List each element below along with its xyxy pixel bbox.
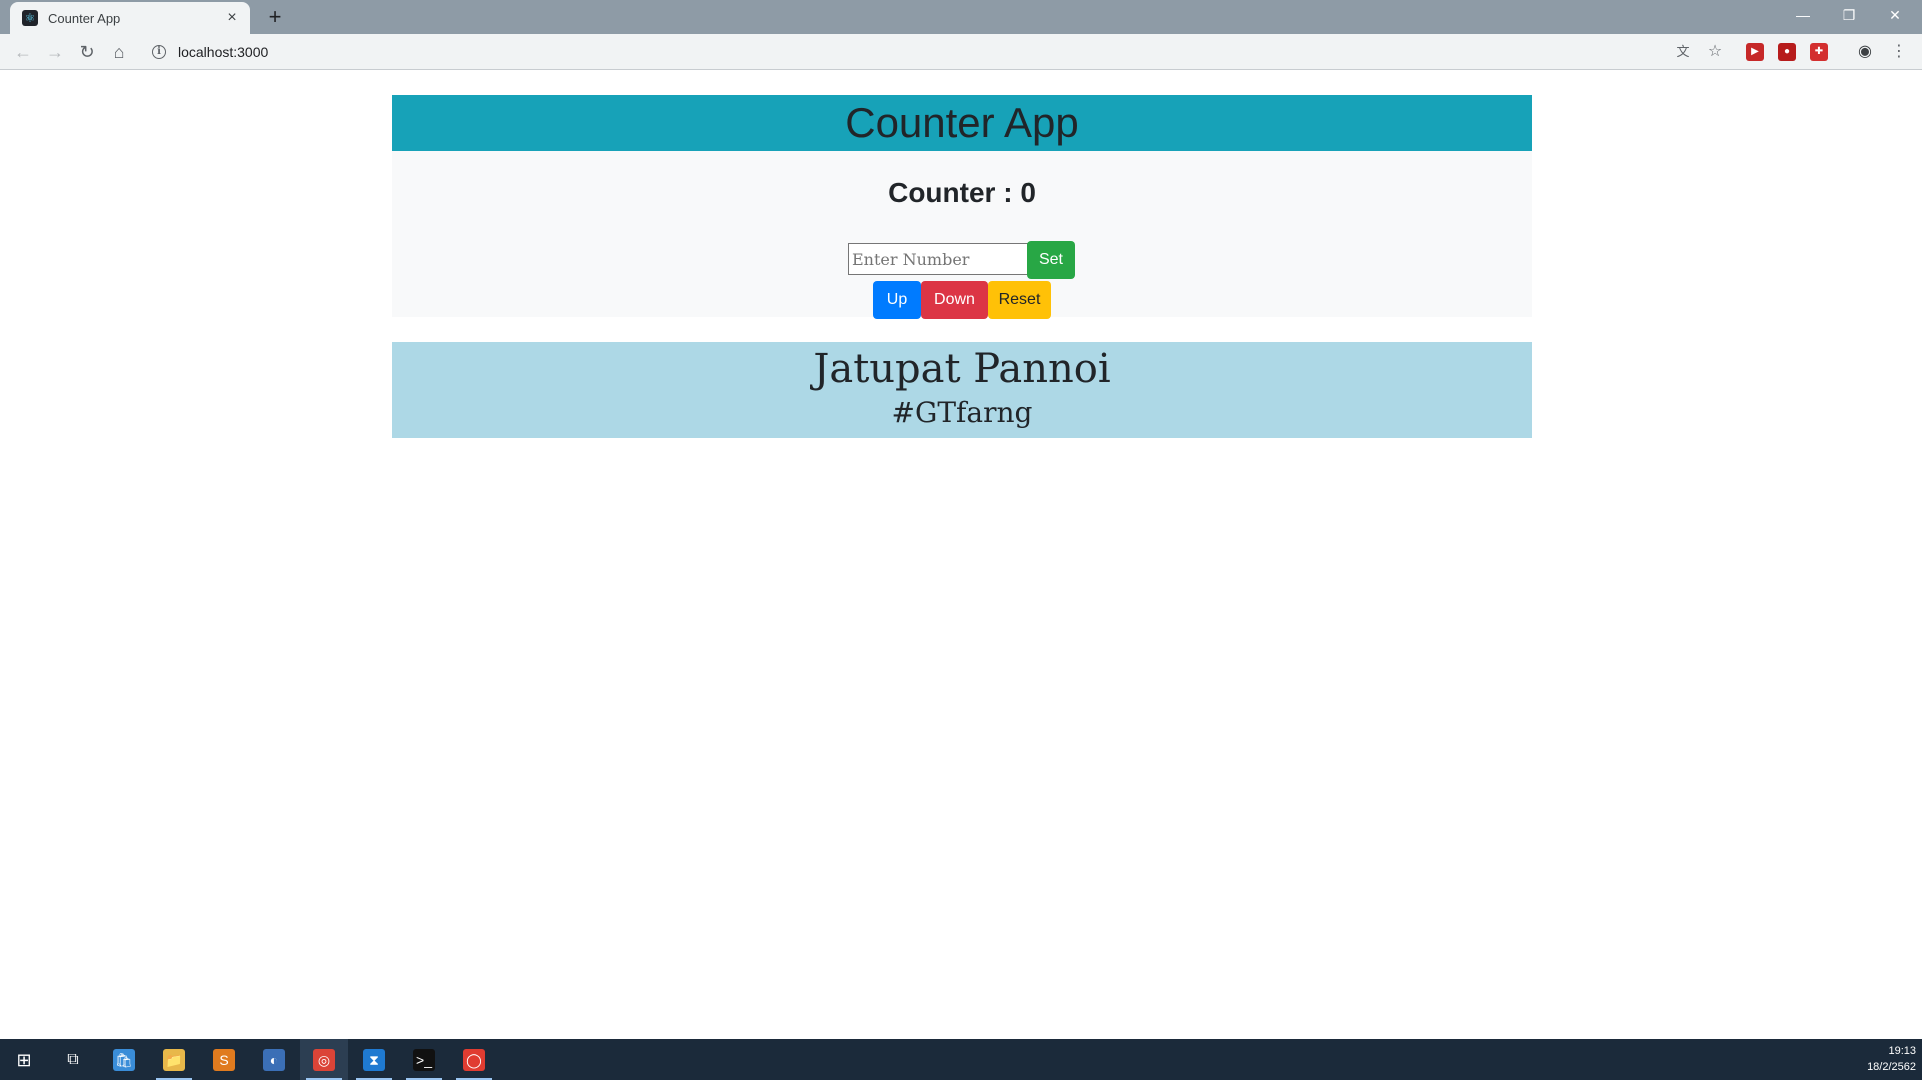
system-clock[interactable]: 19:13 18/2/2562: [1867, 1043, 1916, 1075]
windows-logo-icon: ⊞: [16, 1049, 32, 1070]
tab-title: Counter App: [48, 10, 121, 26]
react-favicon-icon: ⚛: [22, 10, 38, 26]
windows-taskbar: ⊞ ⧉ 🛍 📁 S ◐ ◎ ⧗ >_ ◯ 19:13 18/2/2562: [0, 1039, 1922, 1080]
vscode-icon: ⧗: [363, 1048, 385, 1071]
start-button[interactable]: ⊞: [0, 1039, 48, 1080]
author-tag: #GTfarng: [891, 396, 1033, 429]
clock-time: 19:13: [1888, 1045, 1916, 1057]
taskbar-file-explorer-button[interactable]: 📁: [150, 1039, 198, 1080]
window-minimize-button[interactable]: —: [1780, 0, 1826, 30]
down-button[interactable]: Down: [921, 281, 988, 319]
home-icon[interactable]: ⌂: [106, 39, 132, 65]
terminal-icon: >_: [413, 1048, 435, 1071]
taskbar-chrome-button[interactable]: ◎: [300, 1039, 348, 1080]
forward-icon[interactable]: →: [42, 39, 68, 65]
set-button[interactable]: Set: [1027, 241, 1075, 279]
profile-avatar-icon[interactable]: ◉: [1856, 43, 1874, 61]
author-name: Jatupat Pannoi: [813, 346, 1111, 392]
chrome-icon: ◎: [313, 1048, 335, 1071]
bookmark-star-icon[interactable]: ☆: [1706, 43, 1724, 61]
extension-b-icon[interactable]: ●: [1778, 43, 1796, 61]
app-header: Counter App: [392, 95, 1532, 151]
browser-tab-strip: ⚛ Counter App × + — ❐ ✕: [0, 0, 1922, 34]
sublime-text-icon: S: [213, 1048, 235, 1071]
taskbar-terminal-button[interactable]: >_: [400, 1039, 448, 1080]
url-text[interactable]: localhost:3000: [178, 44, 268, 60]
app-ring-icon: ◯: [463, 1048, 485, 1071]
browser-tab[interactable]: ⚛ Counter App ×: [10, 2, 250, 34]
number-input[interactable]: [848, 243, 1028, 275]
counter-display: Counter : 0: [888, 177, 1036, 208]
task-view-button[interactable]: ⧉: [49, 1039, 97, 1080]
store-icon: 🛍: [113, 1048, 135, 1071]
reset-button[interactable]: Reset: [988, 281, 1051, 319]
file-explorer-icon: 📁: [163, 1048, 185, 1071]
taskbar-vscode-button[interactable]: ⧗: [350, 1039, 398, 1080]
author-panel: Jatupat Pannoi #GTfarng: [392, 342, 1532, 438]
address-bar[interactable]: i localhost:3000: [144, 39, 1744, 65]
site-info-icon[interactable]: i: [152, 45, 166, 59]
page-viewport: Counter App Counter : 0 Set Up Down Rese…: [0, 71, 1922, 1039]
browser-toolbar: ← → ↻ ⌂ i localhost:3000 文 ☆ ▶ ● ✚ ◉ ⋮: [0, 34, 1922, 70]
counter-panel: Counter : 0 Set Up Down Reset: [392, 151, 1532, 319]
task-view-icon: ⧉: [67, 1050, 79, 1068]
browser-menu-icon[interactable]: ⋮: [1890, 43, 1908, 61]
clock-date: 18/2/2562: [1867, 1061, 1916, 1073]
reload-icon[interactable]: ↻: [74, 39, 100, 65]
mysql-workbench-icon: ◐: [263, 1048, 285, 1071]
taskbar-sublime-text-button[interactable]: S: [200, 1039, 248, 1080]
taskbar-mysql-workbench-button[interactable]: ◐: [250, 1039, 298, 1080]
app-title: Counter App: [845, 99, 1079, 146]
extension-a-icon[interactable]: ▶: [1746, 43, 1764, 61]
new-tab-button[interactable]: +: [262, 4, 288, 30]
tab-close-icon[interactable]: ×: [224, 9, 240, 27]
up-button[interactable]: Up: [873, 281, 921, 319]
window-restore-button[interactable]: ❐: [1826, 0, 1872, 30]
taskbar-store-button[interactable]: 🛍: [100, 1039, 148, 1080]
translate-icon[interactable]: 文: [1674, 43, 1692, 61]
extension-c-icon[interactable]: ✚: [1810, 43, 1828, 61]
back-icon[interactable]: ←: [10, 39, 36, 65]
taskbar-app-ring-button[interactable]: ◯: [450, 1039, 498, 1080]
window-close-button[interactable]: ✕: [1872, 0, 1918, 30]
